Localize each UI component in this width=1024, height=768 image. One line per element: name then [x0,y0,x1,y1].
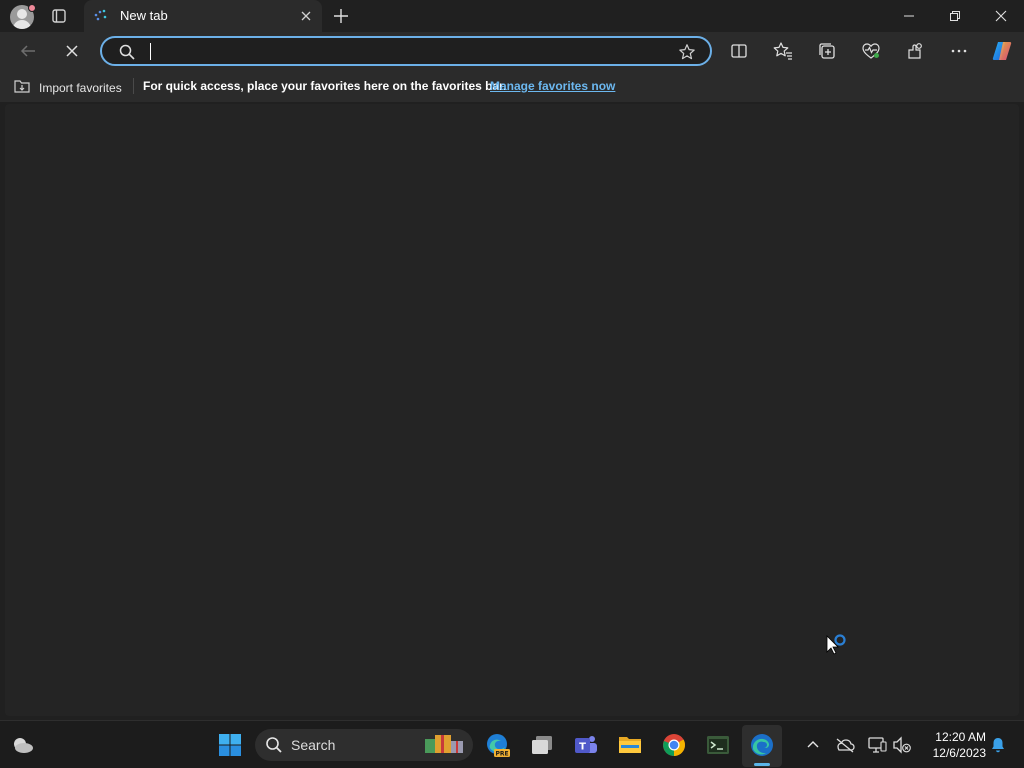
busy-cursor-icon [826,633,852,659]
navigation-toolbar [0,32,1024,70]
favorites-separator [133,78,134,94]
add-favorite-star-icon[interactable] [678,43,696,61]
tab-actions-icon[interactable] [50,7,68,25]
split-screen-icon[interactable] [728,40,750,62]
favorites-bar: Import favorites For quick access, place… [0,70,1024,102]
taskbar-search-icon [265,736,283,759]
new-tab-favicon [94,9,108,23]
search-highlight-gifts-icon [423,731,469,764]
import-favorites-label: Import favorites [39,80,122,95]
restore-icon[interactable] [932,0,978,32]
page-content-area [5,104,1019,716]
close-window-icon[interactable] [978,0,1024,32]
chrome-icon[interactable] [660,731,688,759]
weather-icon[interactable] [9,731,37,759]
taskbar-search-label: Search [291,737,336,753]
onedrive-icon[interactable] [831,731,859,759]
text-caret [150,43,151,60]
teams-icon[interactable]: T [572,731,600,759]
notification-bell-icon[interactable] [984,731,1012,759]
taskbar: Search PRE T 12:20 AM 12/6/2023 [0,720,1024,768]
import-favorites-icon [13,78,31,97]
copilot-icon[interactable] [990,39,1014,63]
svg-text:T: T [579,742,586,753]
manage-favorites-link[interactable]: Manage favorites now [490,79,615,93]
file-explorer-icon[interactable] [616,731,644,759]
terminal-icon[interactable] [704,731,732,759]
address-bar[interactable] [100,36,712,66]
clock-time: 12:20 AM [935,730,986,744]
profile-notification-dot [28,4,36,12]
extensions-icon[interactable] [904,40,926,62]
windows-start-icon[interactable] [216,731,244,759]
stop-loading-icon[interactable] [61,40,83,62]
network-icon[interactable] [863,731,891,759]
clock-date: 12/6/2023 [932,746,986,760]
search-icon [118,43,136,61]
active-app-indicator [754,763,770,766]
back-icon[interactable] [17,40,39,62]
minimize-icon[interactable] [886,0,932,32]
show-hidden-icons-chevron[interactable] [799,731,827,759]
close-tab-icon[interactable] [298,8,314,24]
collections-icon[interactable] [816,40,838,62]
title-bar: New tab [0,0,1024,32]
favorites-hint-text: For quick access, place your favorites h… [143,79,507,93]
tab-title: New tab [120,8,168,23]
edge-icon[interactable] [748,731,776,759]
taskbar-search-box[interactable]: Search [255,729,473,761]
new-tab-plus-icon[interactable] [332,7,350,25]
more-icon[interactable] [948,40,970,62]
system-clock[interactable]: 12:20 AM 12/6/2023 [920,729,986,761]
edge-preview-icon[interactable]: PRE [484,731,512,759]
favorites-icon[interactable] [772,40,794,62]
tab-new-tab[interactable]: New tab [84,0,322,32]
browser-essentials-icon[interactable] [860,40,882,62]
import-favorites-button[interactable]: Import favorites [13,78,122,97]
task-view-icon[interactable] [528,731,556,759]
volume-muted-icon[interactable] [888,731,916,759]
svg-text:PRE: PRE [495,751,508,758]
